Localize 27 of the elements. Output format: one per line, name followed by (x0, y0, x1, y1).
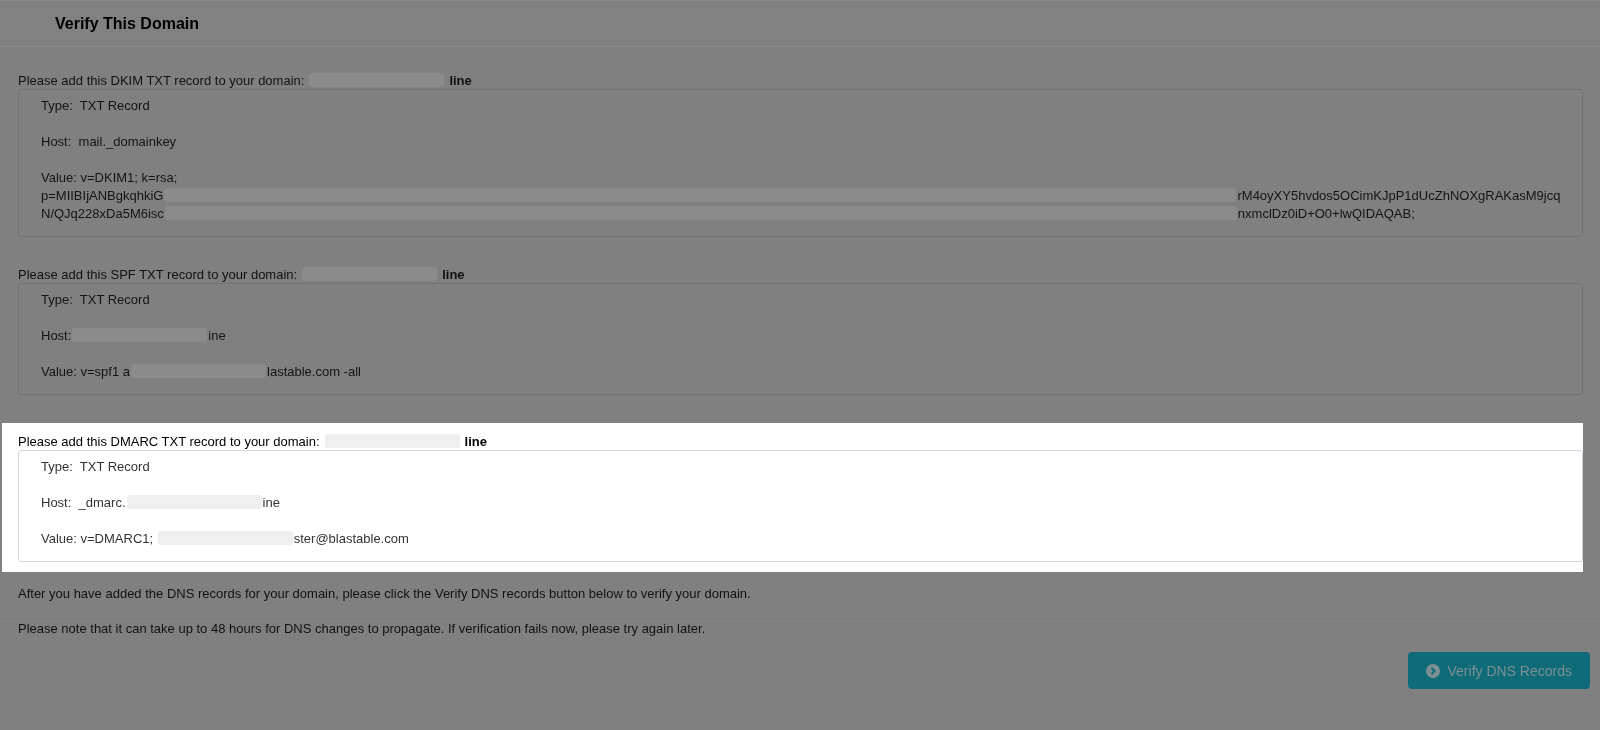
record-text: ster@blastable.com (293, 530, 409, 546)
record-text: Type: TXT Record (41, 458, 150, 474)
record-text: Type: TXT Record (41, 291, 150, 307)
info-paragraph: After you have added the DNS records for your domain, please click the Verify DNS records button below to verify your domain. (18, 586, 752, 601)
info-paragraph: Please note that it can take up to 48 hours for DNS changes to propagate. If verification fails now, please try again later. (18, 621, 707, 636)
record-text: Host: _dmarc. (41, 494, 126, 510)
record-text: Host: mail._domainkey (41, 133, 177, 149)
verify-dns-records-button[interactable]: Verify DNS Records (1407, 652, 1590, 689)
record-text: nxmclDz0iD+O0+lwQIDAQAB; (1237, 205, 1415, 221)
record-text: Value: v=DMARC1; (41, 530, 155, 546)
record-text: ine (262, 494, 280, 510)
record-text: Value: v=DKIM1; k=rsa; (41, 169, 178, 185)
record-text: N/QJq228xDa5M6isc (41, 205, 164, 221)
record-text: Value: v=spf1 a (41, 363, 130, 379)
record-text: ine (208, 327, 226, 343)
domain-suffix: line (449, 72, 472, 88)
record-text: rM4oyXY5hvdos5OCimKJpP1dUcZhNOXgRAKasM9jcq (1237, 187, 1561, 203)
record-instruction: Please add this SPF TXT record to your domain: (18, 266, 298, 282)
record-instruction: Please add this DKIM TXT record to your domain: (18, 72, 305, 88)
panel-title: Verify This Domain (55, 14, 200, 33)
record-text: Host: (41, 327, 72, 343)
record-instruction: Please add this DMARC TXT record to your domain: (18, 433, 320, 449)
record-text: Type: TXT Record (41, 97, 150, 113)
domain-suffix: line (442, 266, 465, 282)
domain-suffix: line (464, 433, 487, 449)
record-text: p=MIIBIjANBgkqhkiG (41, 187, 164, 203)
record-text: lastable.com -all (267, 363, 361, 379)
